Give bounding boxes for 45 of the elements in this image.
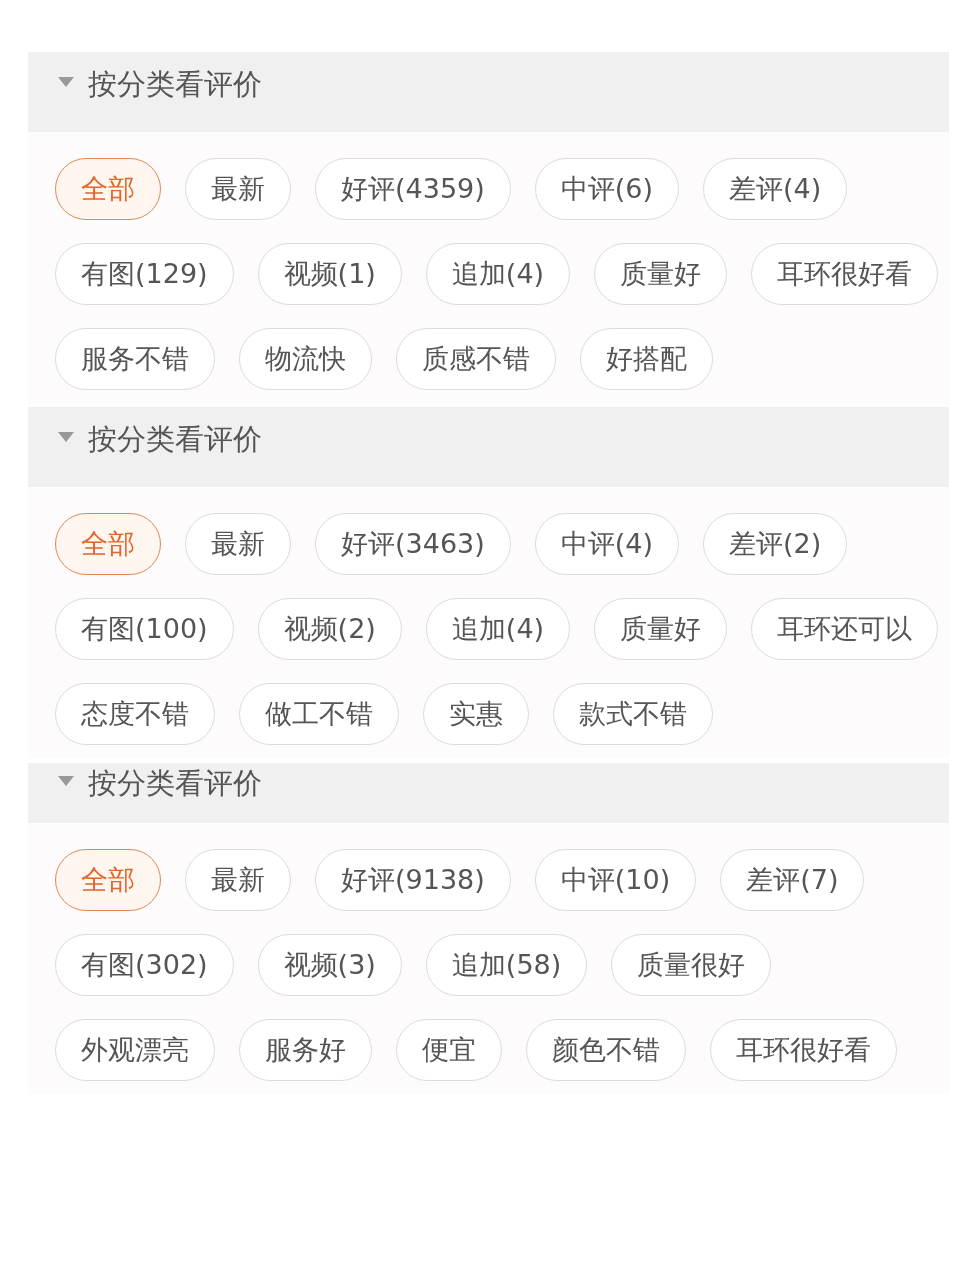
filter-tag[interactable]: 质量很好 <box>611 934 772 996</box>
filter-tag[interactable]: 视频(2) <box>257 598 402 660</box>
filter-tag[interactable]: 耳环还可以 <box>751 598 939 660</box>
filter-tag[interactable]: 质感不错 <box>396 328 556 390</box>
filter-tag[interactable]: 追加(4) <box>425 243 571 305</box>
filter-tag[interactable]: 追加(58) <box>425 934 588 996</box>
filter-tag[interactable]: 好评(3463) <box>315 513 511 575</box>
section-title: 按分类看评价 <box>88 66 262 103</box>
filter-tag[interactable]: 最新 <box>185 158 291 220</box>
filter-tag[interactable]: 有图(100) <box>55 598 234 660</box>
filter-tag[interactable]: 便宜 <box>396 1019 502 1081</box>
filter-tag[interactable]: 外观漂亮 <box>55 1019 215 1081</box>
filter-tag[interactable]: 服务好 <box>239 1019 372 1081</box>
section-header[interactable]: 按分类看评价 <box>28 52 949 132</box>
filter-tag[interactable]: 做工不错 <box>239 683 399 745</box>
filter-tag[interactable]: 实惠 <box>423 683 529 745</box>
filter-tag[interactable]: 态度不错 <box>55 683 215 745</box>
filter-tag[interactable]: 耳环很好看 <box>710 1019 897 1081</box>
filter-tag[interactable]: 好搭配 <box>580 328 713 390</box>
section-title: 按分类看评价 <box>88 765 262 802</box>
filter-tag[interactable]: 最新 <box>185 513 291 575</box>
filter-tag[interactable]: 中评(4) <box>534 513 680 575</box>
filter-tag[interactable]: 有图(302) <box>55 934 234 996</box>
filter-tag[interactable]: 质量好 <box>594 598 728 660</box>
section-header[interactable]: 按分类看评价 <box>28 763 949 823</box>
filter-tag[interactable]: 差评(4) <box>703 158 848 220</box>
filter-tag[interactable]: 好评(4359) <box>315 158 511 220</box>
filter-tag[interactable]: 差评(2) <box>703 513 848 575</box>
section-header[interactable]: 按分类看评价 <box>28 407 949 487</box>
filter-tag[interactable]: 视频(1) <box>257 243 402 305</box>
filter-tag[interactable]: 耳环很好看 <box>751 243 939 305</box>
filter-tag[interactable]: 物流快 <box>239 328 372 390</box>
filter-tag[interactable]: 颜色不错 <box>526 1019 686 1081</box>
filter-tag[interactable]: 最新 <box>185 849 291 911</box>
filter-tag[interactable]: 追加(4) <box>425 598 571 660</box>
filter-tag[interactable]: 中评(6) <box>534 158 680 220</box>
filter-tag[interactable]: 质量好 <box>594 243 728 305</box>
filter-tag[interactable]: 有图(129) <box>55 243 234 305</box>
filter-tag[interactable]: 服务不错 <box>55 328 215 390</box>
section-title: 按分类看评价 <box>88 421 262 458</box>
filter-tag[interactable]: 款式不错 <box>553 683 713 745</box>
filter-tag[interactable]: 差评(7) <box>720 849 865 911</box>
filter-tag[interactable]: 中评(10) <box>534 849 697 911</box>
filter-tag[interactable]: 视频(3) <box>257 934 402 996</box>
filter-tag[interactable]: 好评(9138) <box>315 849 511 911</box>
